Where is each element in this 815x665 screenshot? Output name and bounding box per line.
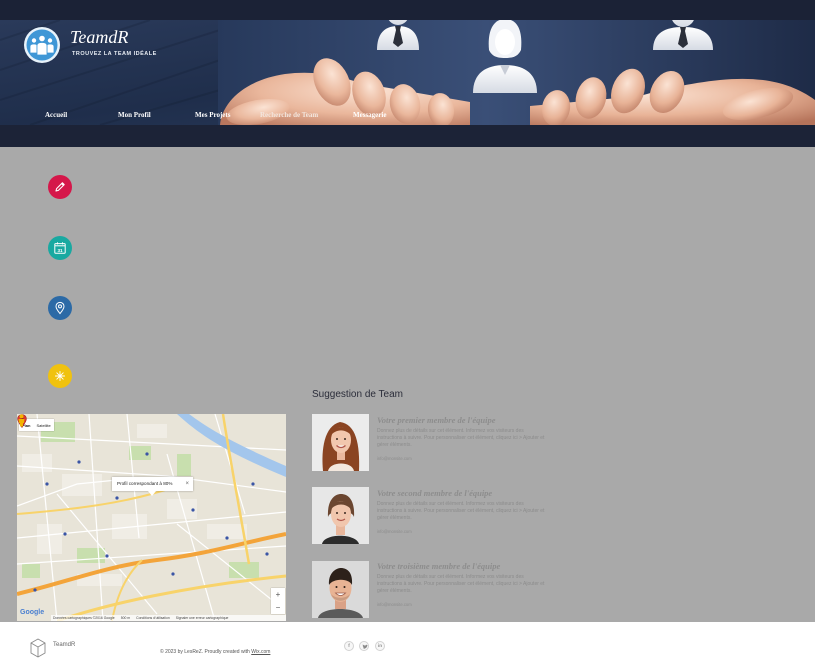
sun-icon: [54, 370, 66, 382]
member-photo-3: [312, 561, 369, 618]
nav-item-accueil[interactable]: Accueil: [45, 111, 67, 119]
map-attribution-bar: Données cartographiques ©2016 Google 500…: [51, 615, 286, 621]
zoom-in-button[interactable]: +: [271, 588, 285, 601]
member-description-2: Donnez plus de détails sur cet élément. …: [377, 501, 545, 521]
copyright-text: © 2023 by LesReZ. Proudly created with: [160, 649, 252, 655]
feature-location: [48, 296, 72, 320]
social-facebook-button[interactable]: f: [344, 641, 354, 651]
site-title[interactable]: TeamdR: [70, 27, 128, 48]
member-email-1[interactable]: info@monsite.com: [377, 456, 412, 461]
social-twitter-button[interactable]: [359, 641, 369, 651]
google-map[interactable]: Plan Satellite Profil correspondant à 80…: [17, 414, 286, 621]
calendar-day: 31: [57, 248, 63, 253]
nav-item-messagerie[interactable]: Messagerie: [353, 111, 386, 119]
footer-copyright: © 2023 by LesReZ. Proudly created with W…: [160, 649, 270, 655]
cube-logo-icon[interactable]: [30, 638, 46, 658]
map-report-link[interactable]: Signaler une erreur cartographique: [176, 615, 229, 621]
member-email-3[interactable]: info@monsite.com: [377, 602, 412, 607]
member-photo-1: [312, 414, 369, 471]
pencil-icon: [55, 182, 65, 192]
member-title-1: Votre premier membre de l'équipe: [377, 415, 496, 425]
linkedin-icon: in: [378, 643, 382, 648]
site-header: TeamdR TROUVEZ LA TEAM IDÉALE Accueil Mo…: [0, 0, 815, 147]
feature-sun: [48, 364, 72, 388]
map-terms-link[interactable]: Conditions d'utilisation: [136, 615, 170, 621]
street-view-pegman-icon[interactable]: [17, 414, 26, 427]
social-linkedin-button[interactable]: in: [375, 641, 385, 651]
info-window-close-button[interactable]: ×: [185, 477, 189, 491]
member-title-2: Votre second membre de l'équipe: [377, 488, 493, 498]
location-pin-icon: [55, 301, 65, 315]
facebook-icon: f: [348, 643, 350, 648]
google-logo: Google: [20, 609, 45, 616]
feature-calendar: 31: [48, 236, 72, 260]
map-scale[interactable]: 500 m: [121, 615, 130, 621]
member-email-2[interactable]: info@monsite.com: [377, 529, 412, 534]
site-tagline: TROUVEZ LA TEAM IDÉALE: [72, 51, 157, 57]
feature-pencil: [48, 175, 72, 199]
map-canvas: [17, 414, 286, 621]
header-bottom-band: [0, 125, 815, 147]
wix-link[interactable]: Wix.com: [251, 649, 270, 655]
info-window-pointer: [148, 491, 156, 496]
nav-item-mon-profil[interactable]: Mon Profil: [118, 111, 151, 119]
site-footer: TeamdR © 2023 by LesReZ. Proudly created…: [0, 622, 815, 665]
map-info-window: Profil correspondant à 80% ×: [112, 477, 193, 491]
nav-item-recherche-de-team[interactable]: Recherche de Team: [260, 111, 318, 119]
map-type-satellite-button[interactable]: Satellite: [33, 423, 53, 428]
zoom-out-button[interactable]: −: [271, 601, 285, 614]
calendar-icon: 31: [54, 242, 66, 254]
twitter-icon: [362, 644, 368, 649]
team-section-heading: Suggestion de Team: [312, 389, 403, 400]
nav-item-mes-projets[interactable]: Mes Projets: [195, 111, 230, 119]
member-description-3: Donnez plus de détails sur cet élément. …: [377, 574, 545, 594]
member-title-3: Votre troisième membre de l'équipe: [377, 561, 501, 571]
footer-brand: TeamdR: [53, 642, 76, 648]
member-description-1: Donnez plus de détails sur cet élément. …: [377, 428, 545, 448]
map-data-credit: Données cartographiques ©2016 Google: [53, 616, 115, 620]
team-people-icon: [26, 29, 58, 61]
member-photo-2: [312, 487, 369, 544]
site-logo[interactable]: [24, 27, 60, 63]
info-window-text: Profil correspondant à 80%: [117, 481, 173, 486]
map-zoom-control: + −: [271, 588, 285, 614]
